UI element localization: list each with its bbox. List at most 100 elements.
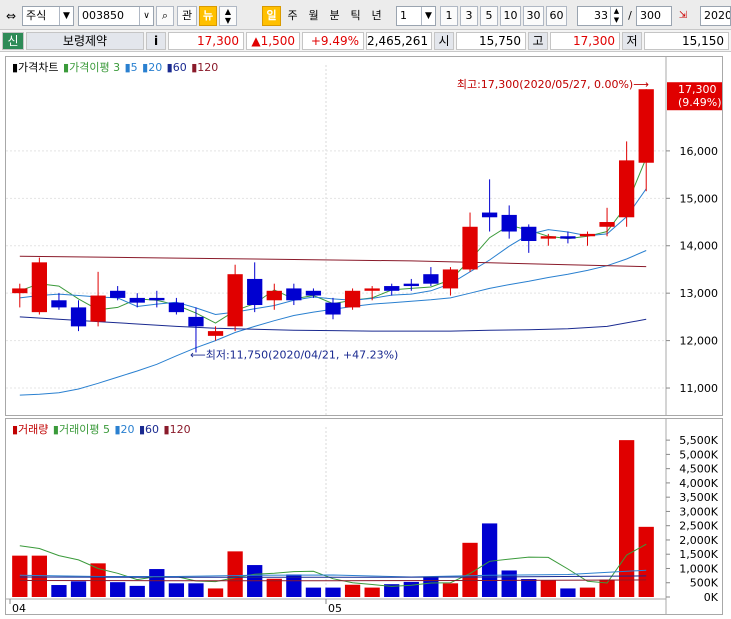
interval-button-5[interactable]: 5 bbox=[480, 6, 498, 26]
volume-legend-item-4[interactable]: ▮120 bbox=[160, 423, 191, 436]
low-annotation: ⟵최저:11,750(2020/04/21, +47.23%) bbox=[190, 348, 398, 361]
x-tick-label: 05 bbox=[328, 602, 342, 614]
candle-body bbox=[521, 226, 537, 241]
price-legend-item-1[interactable]: ▮가격이평 3 bbox=[60, 61, 120, 74]
volume-bar bbox=[325, 587, 341, 597]
candle-body bbox=[12, 288, 28, 294]
candle-body bbox=[423, 274, 439, 284]
period-tab-1[interactable]: 주 bbox=[283, 6, 302, 26]
chevron-down-icon[interactable]: ▼ bbox=[59, 7, 73, 25]
candle-body bbox=[149, 297, 165, 301]
stock-name[interactable]: 보령제약 bbox=[26, 32, 144, 50]
volume-bar bbox=[168, 583, 185, 597]
candle-body bbox=[70, 307, 87, 327]
interval-button-3[interactable]: 3 bbox=[460, 6, 478, 26]
volume-legend-item-3[interactable]: ▮60 bbox=[136, 423, 159, 436]
price-change-pct: +9.49% bbox=[302, 32, 364, 50]
menu-arrow-icon[interactable]: ⇔ bbox=[2, 6, 20, 26]
price-legend-item-0[interactable]: ▮가격차트 bbox=[12, 61, 59, 74]
chevron-down-icon[interactable]: ▼ bbox=[421, 7, 435, 25]
volume-bar bbox=[188, 583, 204, 597]
volume-bar bbox=[521, 579, 537, 597]
volume-legend-item-1[interactable]: ▮거래이평 5 bbox=[49, 423, 110, 436]
range-start-input[interactable]: 33 ▲ ▼ bbox=[577, 6, 623, 26]
price-legend-item-5[interactable]: ▮120 bbox=[188, 61, 218, 74]
volume-bar bbox=[619, 440, 635, 597]
candle-body bbox=[344, 290, 361, 308]
candle-body bbox=[51, 300, 67, 308]
chevron-down-icon[interactable]: ∨ bbox=[139, 7, 153, 25]
interval-button-10[interactable]: 10 bbox=[500, 6, 521, 26]
candle-body bbox=[266, 290, 282, 301]
price-legend-item-4[interactable]: ▮60 bbox=[163, 61, 187, 74]
price-legend-item-2[interactable]: ▮5 bbox=[121, 61, 138, 74]
volume-chart-panel[interactable]: 5,500K 5,000K 4,500K 4,000K 3,500K 3,000K 2,50… bbox=[5, 418, 723, 615]
date-input[interactable]: 2020/ bbox=[700, 6, 731, 26]
period-tab-3[interactable]: 분 bbox=[325, 6, 344, 26]
interval-button-1[interactable]: 1 bbox=[440, 6, 458, 26]
volume-legend-item-0[interactable]: ▮거래량 bbox=[12, 423, 48, 436]
candle-body bbox=[540, 236, 556, 239]
open-price: 15,750 bbox=[456, 32, 526, 50]
volume-tick-label: 0K bbox=[704, 591, 719, 604]
period-tab-0[interactable]: 일 bbox=[262, 6, 281, 26]
search-icon: ⌕ bbox=[161, 9, 169, 22]
volume-bar bbox=[364, 587, 380, 597]
candle-body bbox=[462, 226, 478, 270]
volume-bar bbox=[423, 576, 439, 597]
price-tick-label: 13,000 bbox=[680, 287, 719, 300]
price-chart-svg[interactable]: 16,000 15,000 14,000 13,000 12,000 11,000 17,3… bbox=[6, 57, 722, 415]
low-price: 15,150 bbox=[644, 32, 729, 50]
high-label: 고 bbox=[528, 32, 548, 50]
candle-body bbox=[247, 278, 263, 306]
high-price: 17,300 bbox=[550, 32, 620, 50]
credit-badge: 신 bbox=[2, 32, 24, 50]
spin-updown-icon[interactable]: ▲ ▼ bbox=[610, 7, 622, 25]
volume-bar bbox=[207, 588, 224, 597]
low-label: 저 bbox=[622, 32, 642, 50]
stock-code-input[interactable]: 003850 ∨ bbox=[78, 6, 154, 26]
volume-chart-svg[interactable]: 5,500K5,000K 4,500K4,000K3,500K3,000K 2,50… bbox=[6, 419, 722, 615]
price-legend: ▮가격차트 ▮가격이평 3 ▮5 ▮20 ▮60 ▮120 bbox=[12, 59, 219, 75]
volume-bar bbox=[344, 584, 361, 597]
open-label: 시 bbox=[434, 32, 454, 50]
candle-body bbox=[305, 290, 322, 296]
candle-body bbox=[188, 316, 204, 327]
volume-tick-label: 2,500K bbox=[679, 520, 718, 533]
volume-tick-label: 2,000K bbox=[679, 534, 718, 547]
interval-select[interactable]: 1 ▼ bbox=[396, 6, 436, 26]
news-button[interactable]: 뉴 bbox=[199, 6, 217, 26]
reset-zoom-icon[interactable]: ⇲ bbox=[674, 6, 692, 26]
candle-body bbox=[619, 160, 635, 218]
spin-updown-icon[interactable]: ▲ ▼ bbox=[219, 6, 237, 26]
period-tab-2[interactable]: 월 bbox=[304, 6, 323, 26]
candle-body bbox=[286, 288, 302, 301]
candle-body bbox=[325, 302, 341, 315]
volume-tick-label: 1,500K bbox=[679, 548, 718, 561]
interval-buttons: 1 3 5 10 30 60 bbox=[440, 6, 568, 26]
volume-legend-item-2[interactable]: ▮20 bbox=[111, 423, 134, 436]
gwan-button[interactable]: 관 bbox=[177, 6, 197, 26]
market-select[interactable]: 주식 ▼ bbox=[22, 6, 74, 26]
last-pct-label: (9.49%) bbox=[678, 96, 722, 109]
volume-tick-label: 5,500K bbox=[679, 434, 718, 447]
candle-body bbox=[207, 331, 224, 336]
search-button[interactable]: ⌕ bbox=[156, 6, 174, 26]
period-tab-5[interactable]: 년 bbox=[367, 6, 386, 26]
range-total-input[interactable]: 300 bbox=[636, 6, 672, 26]
volume-bar bbox=[12, 555, 28, 597]
interval-button-30[interactable]: 30 bbox=[523, 6, 544, 26]
chart-window: ⇔ 주식 ▼ 003850 ∨ ⌕ 관 뉴 ▲ ▼ 일주월분틱년 1 ▼ 1351… bbox=[0, 0, 731, 619]
volume-legend: ▮거래량 ▮거래이평 5 ▮20 ▮60 ▮120 bbox=[12, 421, 192, 437]
candle-body bbox=[403, 283, 419, 287]
period-tab-4[interactable]: 틱 bbox=[346, 6, 365, 26]
info-button[interactable]: i bbox=[146, 32, 166, 50]
volume-tick-label: 1,000K bbox=[679, 562, 718, 575]
price-chart-panel[interactable]: 16,000 15,000 14,000 13,000 12,000 11,000 17,3… bbox=[5, 56, 723, 416]
price-tick-label: 12,000 bbox=[680, 335, 719, 348]
volume-tick-label: 4,000K bbox=[679, 477, 718, 490]
price-legend-item-3[interactable]: ▮20 bbox=[139, 61, 162, 74]
price-change: ▲1,500 bbox=[246, 32, 300, 50]
interval-button-60[interactable]: 60 bbox=[546, 6, 567, 26]
volume-bar bbox=[579, 587, 596, 597]
